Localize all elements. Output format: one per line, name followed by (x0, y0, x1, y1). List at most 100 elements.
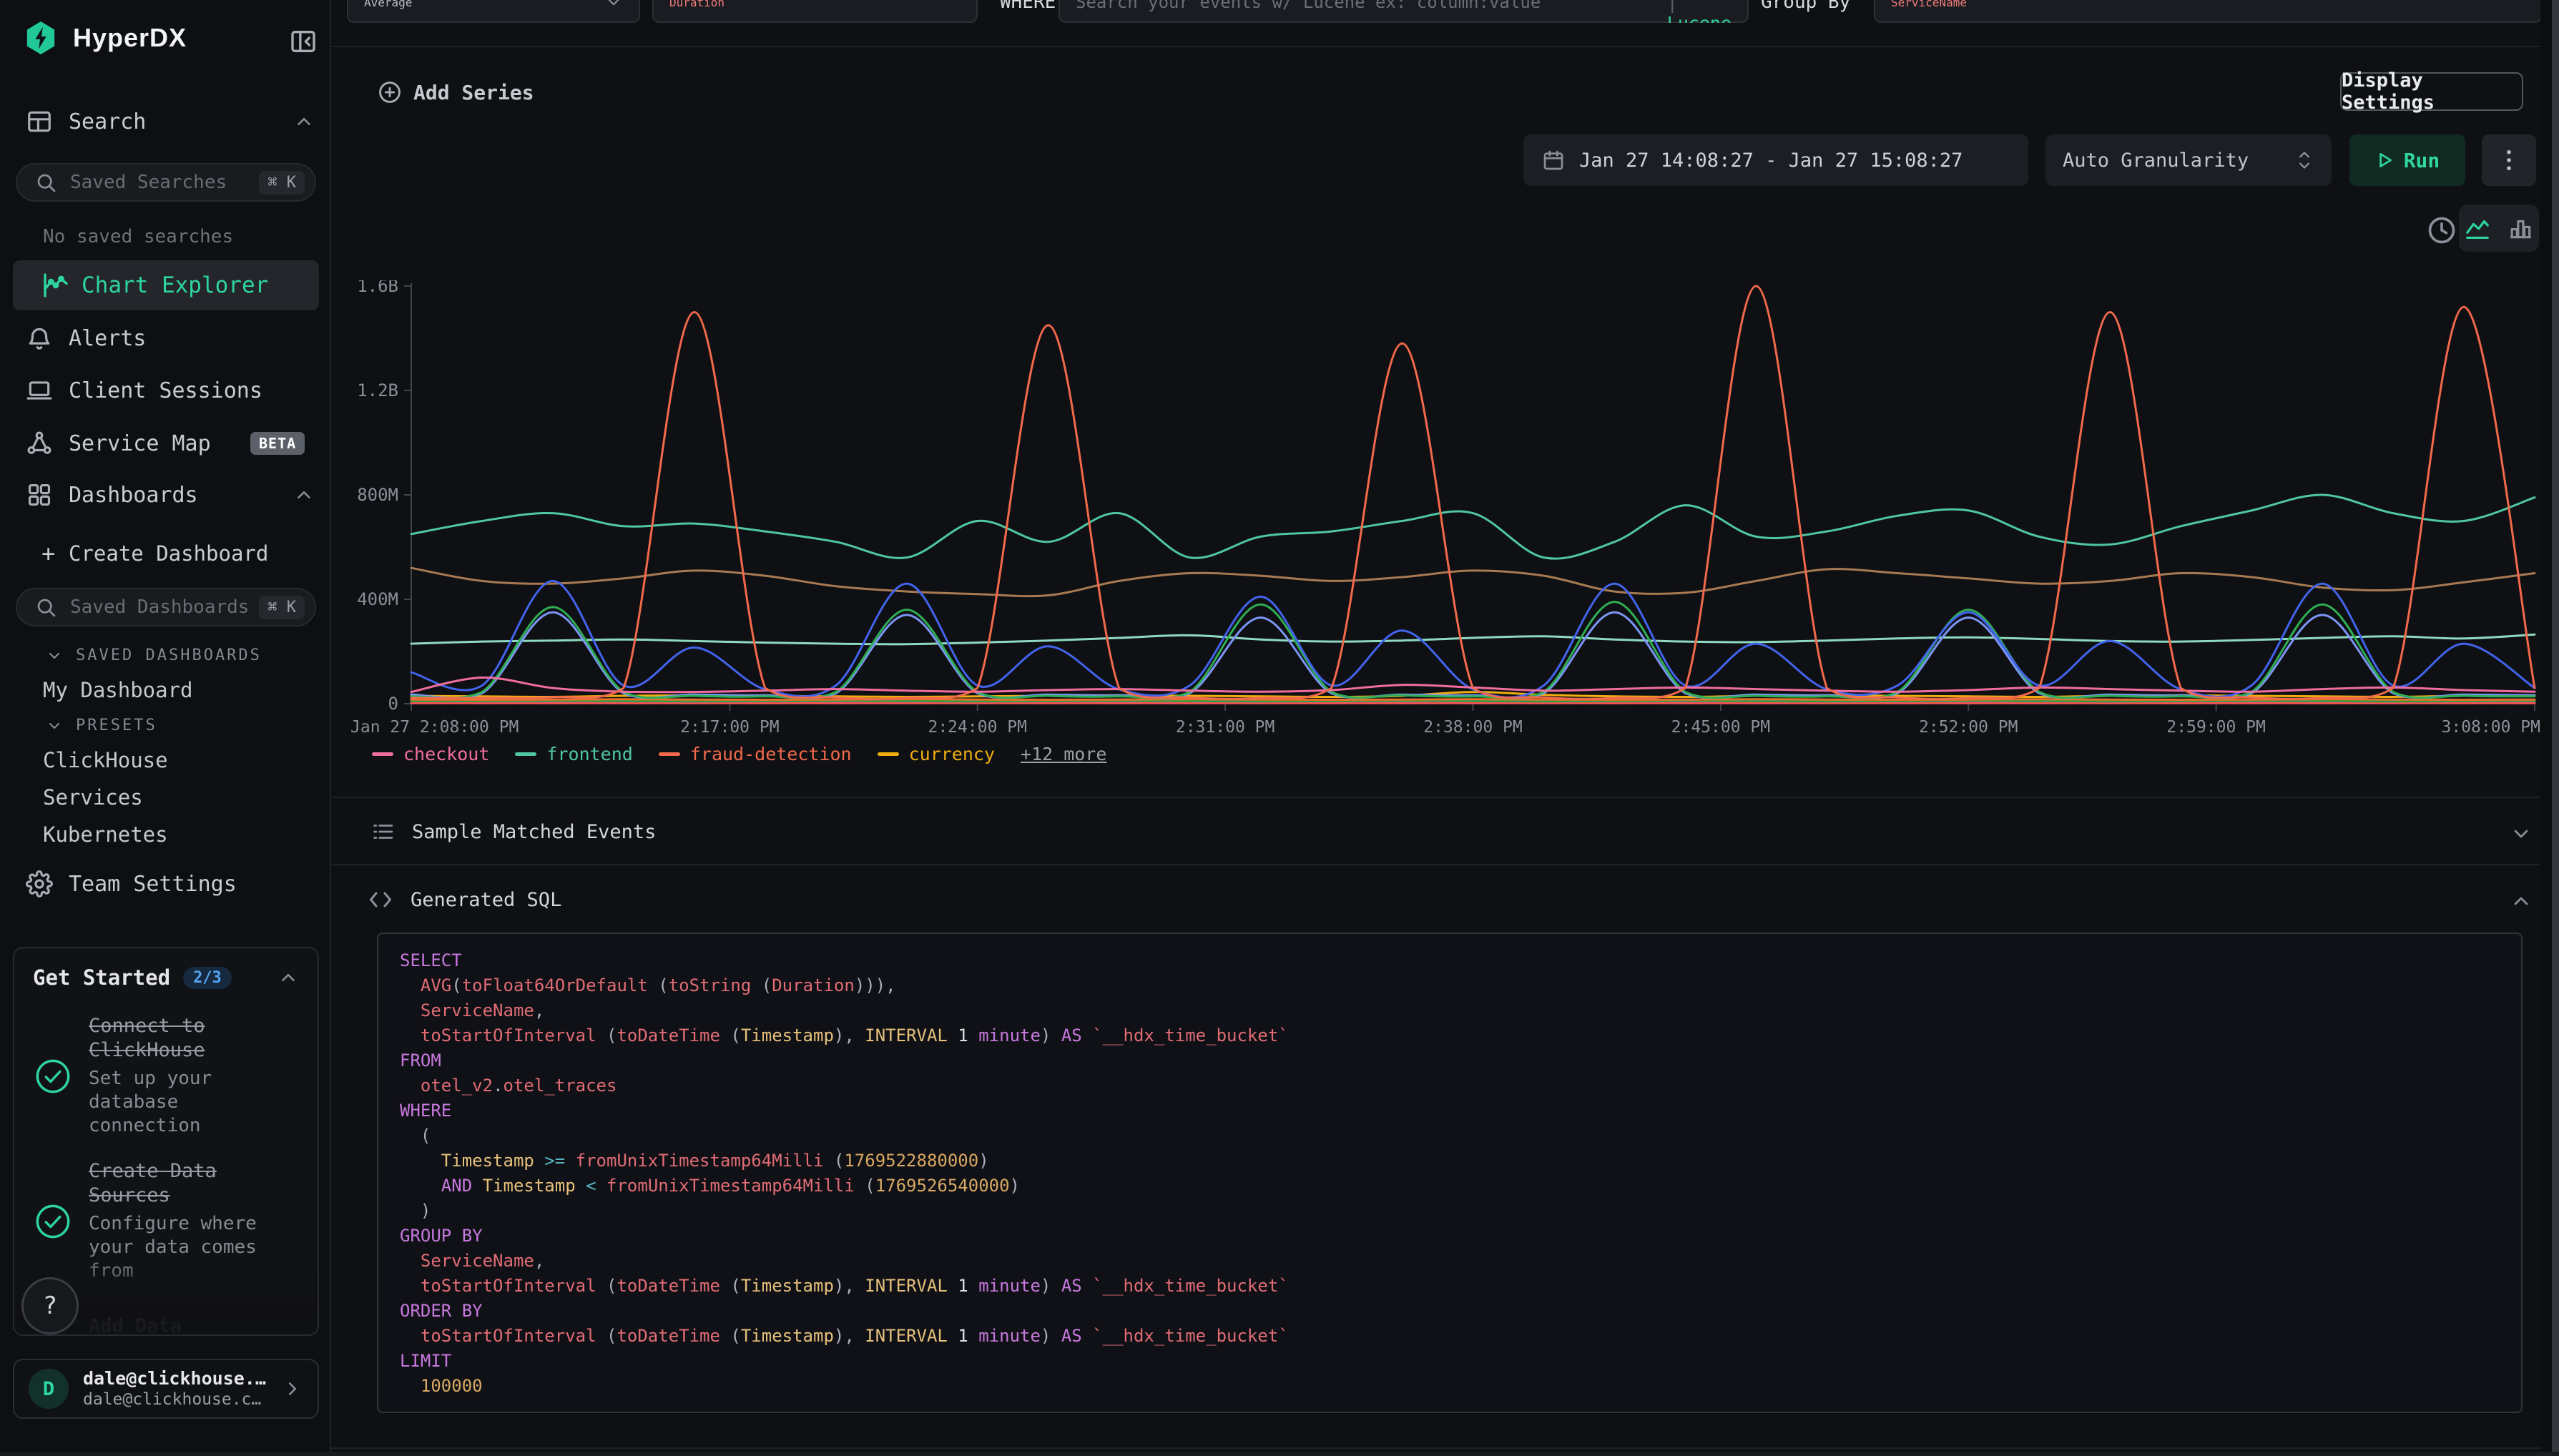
window-bottom-edge (0, 1452, 2559, 1456)
add-series-label: Add Series (413, 81, 534, 104)
sidebar-item-alerts[interactable]: Alerts (0, 321, 331, 355)
sidebar-item-chart-explorer[interactable]: Chart Explorer (13, 260, 319, 310)
collapse-sidebar-button[interactable] (288, 26, 319, 57)
sidebar-item-service-map[interactable]: Service Map BETA (0, 426, 331, 461)
sql-code-line: LIMIT (400, 1349, 2521, 1374)
more-options-button[interactable] (2482, 134, 2536, 186)
series-line-frontend (411, 495, 2535, 559)
beta-badge: BETA (250, 432, 305, 455)
search-icon (34, 596, 57, 619)
divider (331, 1447, 2540, 1449)
sidebar-item-search[interactable]: Search (0, 104, 331, 139)
sql-code-line: toStartOfInterval (toDateTime (Timestamp… (400, 1274, 2521, 1299)
code-icon (368, 887, 393, 913)
user-email: dale@clickhouse.c… (83, 1389, 282, 1410)
x-axis-tick-label: Jan 27 2:08:00 PM (350, 718, 519, 735)
mode-separator: | (1667, 0, 1678, 13)
sidebar-item-clickhouse[interactable]: ClickHouse (43, 748, 168, 772)
laptop-icon (26, 377, 53, 404)
mode-lucene-toggle[interactable]: Lucene (1667, 13, 1732, 24)
sidebar-item-team-settings[interactable]: Team Settings (0, 867, 331, 901)
chevron-down-icon (46, 647, 63, 664)
sidebar-item-services[interactable]: Services (43, 785, 143, 810)
hyperdx-logo-icon (24, 20, 57, 56)
y-axis-tick-label: 1.2B (357, 380, 398, 400)
check-circle-icon (34, 1203, 72, 1240)
group-by-input[interactable]: ServiceName (1874, 0, 2540, 23)
timeseries-chart[interactable]: 0400M800M1.2B1.6BJan 27 2:08:00 PM2:17:0… (343, 280, 2549, 735)
search-query-input[interactable]: Search your events w/ Lucene ex: column:… (1059, 0, 1749, 23)
sidebar-item-label: Search (69, 109, 146, 134)
x-axis-tick-label: 3:08:00 PM (2442, 718, 2540, 735)
run-button[interactable]: Run (2349, 134, 2465, 186)
sidebar-item-my-dashboard[interactable]: My Dashboard (43, 678, 193, 702)
get-started-item-sources[interactable]: Create Data Sources Configure where your… (33, 1159, 299, 1283)
create-dashboard-button[interactable]: + Create Dashboard (0, 536, 331, 571)
where-label: WHERE (1000, 0, 1056, 23)
chevron-right-icon (282, 1378, 303, 1400)
saved-searches-input[interactable]: Saved Searches ⌘ K (16, 163, 316, 202)
legend-label: fraud-detection (690, 744, 852, 764)
legend-more-link[interactable]: +12 more (1021, 744, 1106, 764)
section-label: PRESETS (76, 717, 157, 734)
app-title: HyperDX (73, 23, 187, 53)
sidebar-item-label: Team Settings (69, 872, 237, 897)
chevron-up-icon[interactable] (293, 111, 315, 132)
x-axis-tick-label: 2:24:00 PM (928, 718, 1026, 735)
x-axis-tick-label: 2:17:00 PM (680, 718, 779, 735)
saved-dashboards-input[interactable]: Saved Dashboards ⌘ K (16, 588, 316, 626)
legend-item[interactable]: checkout (372, 744, 489, 764)
help-button[interactable]: ? (21, 1277, 79, 1334)
get-started-item-connect[interactable]: Connect to ClickHouse Set up your databa… (33, 1014, 299, 1138)
calendar-icon (1542, 149, 1565, 172)
sql-code-line: toStartOfInterval (toDateTime (Timestamp… (400, 1324, 2521, 1349)
generated-sql-header[interactable]: Generated SQL (368, 887, 561, 913)
legend-item[interactable]: frontend (515, 744, 632, 764)
legend-item[interactable]: fraud-detection (659, 744, 852, 764)
user-account-button[interactable]: D dale@clickhouse.… dale@clickhouse.c… (13, 1359, 319, 1419)
sidebar-item-client-sessions[interactable]: Client Sessions (0, 373, 331, 408)
time-format-icon[interactable] (2426, 215, 2457, 246)
sql-code-line: ServiceName, (400, 1249, 2521, 1274)
y-axis-tick-label: 400M (357, 589, 398, 609)
chevron-up-icon[interactable] (2510, 890, 2533, 913)
y-axis-tick-label: 0 (388, 694, 398, 714)
sql-code-line: ORDER BY (400, 1299, 2521, 1324)
sidebar-item-dashboards[interactable]: Dashboards (0, 478, 331, 512)
progress-badge: 2/3 (183, 967, 232, 989)
scrollbar-thumb[interactable] (2552, 0, 2559, 1456)
chevron-down-icon[interactable] (2510, 822, 2533, 845)
legend-swatch (878, 752, 899, 756)
field-input[interactable]: Duration (652, 0, 978, 23)
sql-code-line: ServiceName, (400, 998, 2521, 1023)
gear-icon (26, 870, 53, 897)
date-range-picker[interactable]: Jan 27 14:08:27 - Jan 27 15:08:27 (1523, 134, 2028, 186)
app-window: HyperDX Search Saved Searches ⌘ K No sav… (0, 0, 2559, 1456)
sql-code-line: FROM (400, 1048, 2521, 1073)
logo: HyperDX (24, 20, 187, 56)
series-line (411, 634, 2535, 644)
bar-chart-icon[interactable] (2507, 215, 2534, 242)
add-series-button[interactable]: Add Series (378, 80, 534, 104)
line-chart-icon[interactable] (2464, 215, 2491, 242)
saved-dashboards-section[interactable]: SAVED DASHBOARDS (46, 646, 262, 664)
chevron-up-icon[interactable] (293, 484, 315, 506)
list-icon (370, 820, 395, 844)
presets-section[interactable]: PRESETS (46, 717, 157, 734)
legend-swatch (659, 752, 680, 756)
dashboards-icon (26, 481, 53, 508)
sql-code-line: 100000 (400, 1374, 2521, 1399)
plus-circle-icon (378, 80, 402, 104)
section-title: Sample Matched Events (412, 821, 656, 843)
sidebar-item-label: Service Map (69, 431, 211, 456)
sidebar-item-kubernetes[interactable]: Kubernetes (43, 822, 168, 847)
chevron-up-icon[interactable] (277, 967, 299, 988)
legend-item[interactable]: currency (878, 744, 995, 764)
sample-matched-events-header[interactable]: Sample Matched Events (370, 820, 656, 844)
granularity-select[interactable]: Auto Granularity (2045, 134, 2332, 186)
display-settings-button[interactable]: Display Settings (2340, 72, 2523, 111)
generated-sql-code[interactable]: SELECT AVG(toFloat64OrDefault (toString … (377, 933, 2523, 1413)
chart-type-toggle (2459, 205, 2539, 252)
aggregation-select[interactable]: Average (347, 0, 640, 23)
granularity-value: Auto Granularity (2063, 149, 2249, 172)
